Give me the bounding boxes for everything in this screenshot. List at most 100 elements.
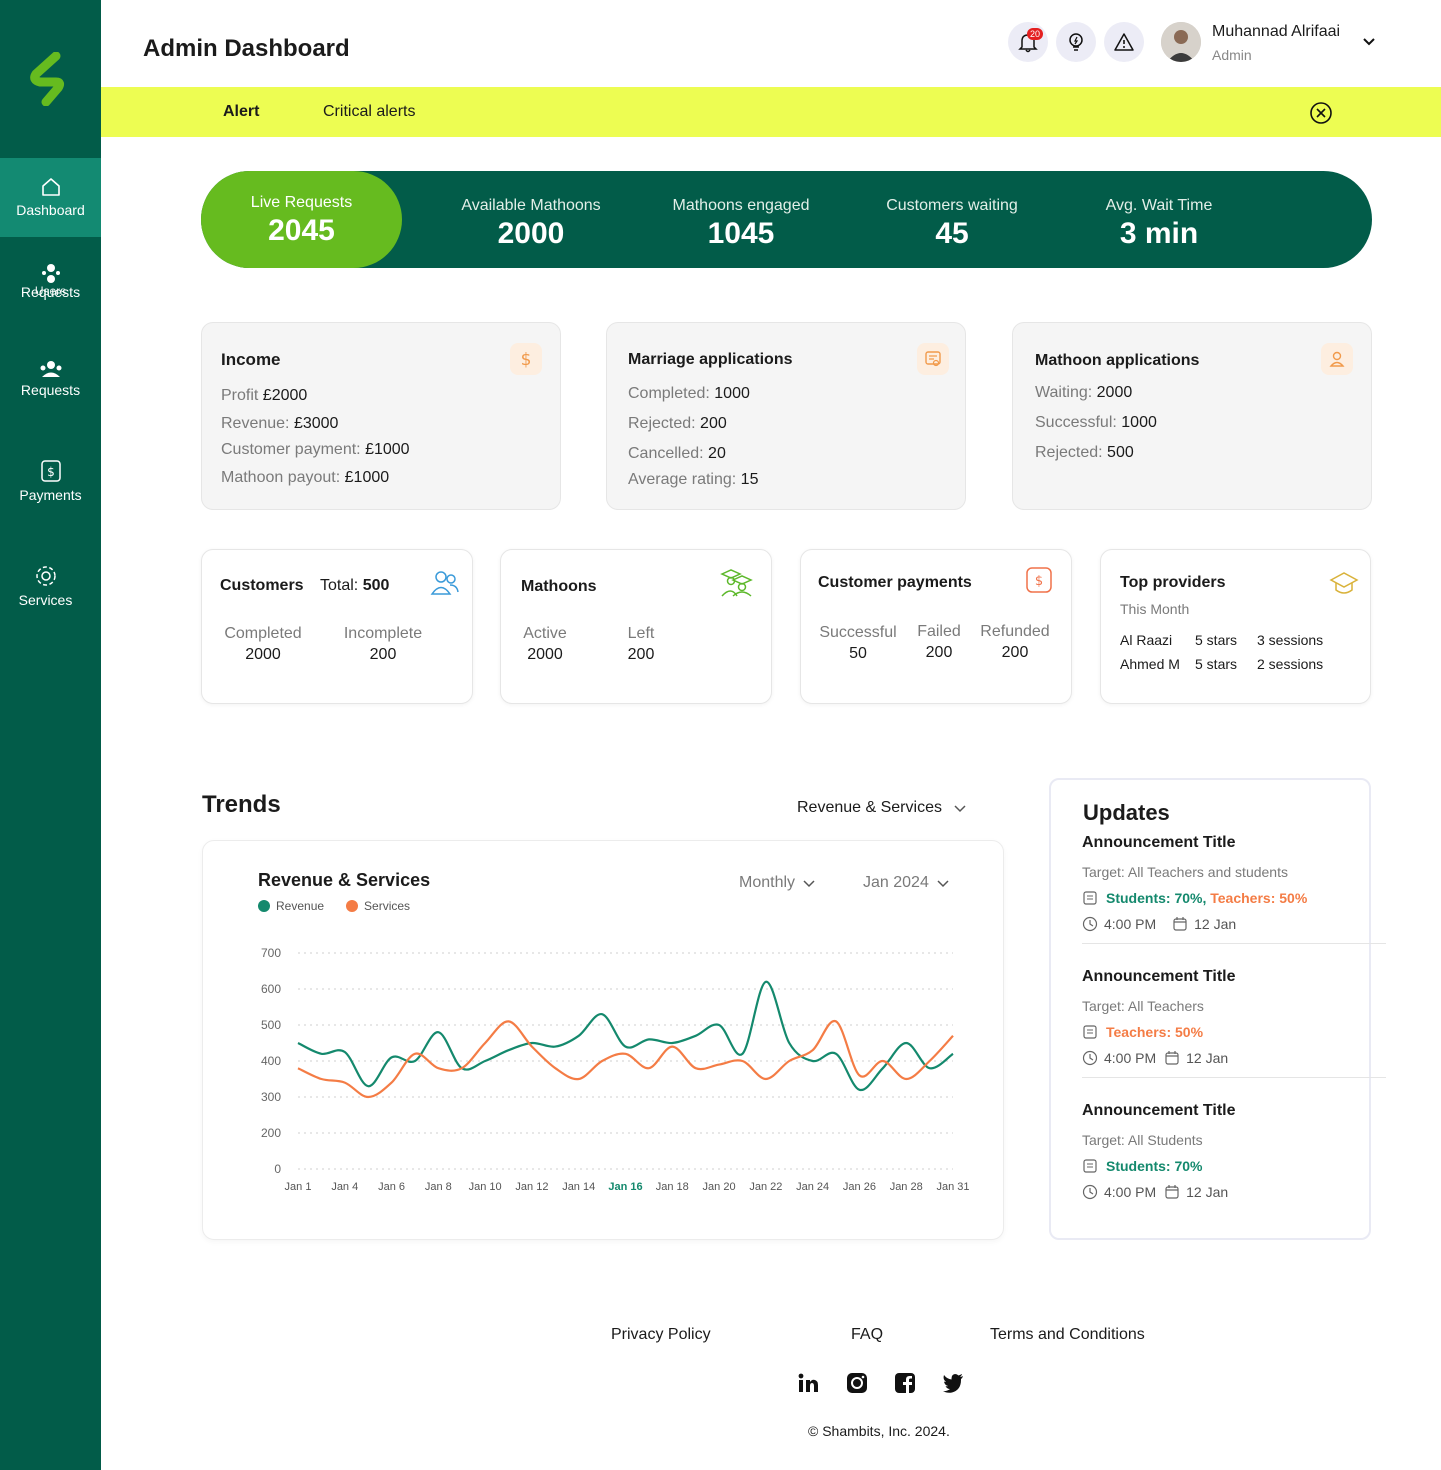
sidebar-item-requests-overlap[interactable]: Requests Users: [0, 284, 101, 304]
announcement-item[interactable]: Announcement Title Target: All Students …: [1082, 1102, 1386, 1200]
live-requests-pill[interactable]: Live Requests 2045: [201, 171, 402, 268]
provider-sessions: 2 sessions: [1257, 656, 1324, 672]
svg-text:$: $: [521, 350, 532, 369]
stat-value: 200: [627, 646, 655, 663]
stat-label: Avg. Wait Time: [1105, 197, 1213, 214]
income-row: Revenue: £3000: [221, 415, 338, 433]
stat-value: 2000: [527, 646, 563, 663]
announcement-time: 4:00 PM 12 Jan: [1082, 1050, 1386, 1066]
x-tick-label: Jan 31: [936, 1181, 969, 1193]
payment-icon: $: [1026, 567, 1052, 593]
user-icon: [1321, 343, 1353, 375]
customers-card: Customers Total: 500 Completed 2000 Inco…: [201, 549, 473, 704]
stat-value: 200: [369, 646, 397, 663]
announcement-item[interactable]: Announcement Title Target: All Teachers …: [1082, 834, 1386, 932]
ideas-button[interactable]: [1056, 22, 1096, 62]
stat-label: Available Mathoons: [461, 197, 601, 214]
stat-label: Failed: [917, 623, 961, 640]
stat-label: Live Requests: [250, 194, 353, 211]
trends-selector[interactable]: Revenue & Services: [797, 799, 968, 817]
app-logo[interactable]: [28, 51, 74, 111]
row-label: Completed:: [628, 385, 715, 402]
customer-payments-card: Customer payments $ Successful 50 Failed…: [800, 549, 1072, 704]
income-row: Customer payment: £1000: [221, 441, 410, 459]
announcement-item[interactable]: Announcement Title Target: All Teachers …: [1082, 968, 1386, 1066]
announcement-time: 4:00 PM 12 Jan: [1082, 1184, 1386, 1200]
sidebar-item-label: Users: [34, 284, 67, 298]
stat-label: Active: [523, 625, 567, 642]
row-value: £3000: [293, 415, 339, 432]
terms-link[interactable]: Terms and Conditions: [990, 1326, 1145, 1344]
live-stats-bar: Live Requests 2045 Available Mathoons 200…: [201, 171, 1372, 268]
sidebar-item-requests[interactable]: Requests: [0, 360, 101, 398]
x-tick-label: Jan 12: [515, 1181, 548, 1193]
y-tick-label: 300: [261, 1090, 281, 1104]
row-value: 1000: [714, 385, 750, 402]
row-label: Profit: [221, 387, 263, 404]
sidebar-item-label: Requests: [20, 382, 81, 398]
time-value: 4:00 PM: [1104, 1050, 1157, 1066]
avatar[interactable]: [1161, 22, 1201, 62]
card-title: Mathoon applications: [1035, 352, 1200, 369]
provider-stars: 5 stars: [1195, 632, 1238, 648]
stat-customers-waiting: Customers waiting 45: [871, 197, 1033, 251]
x-tick-label: Jan 28: [890, 1181, 923, 1193]
row-value: 20: [708, 445, 726, 462]
chevron-down-icon: [954, 805, 966, 812]
sidebar-item-label: Dashboard: [16, 202, 85, 218]
announcement-target: Target: All Teachers: [1082, 998, 1204, 1014]
announcement-target: Target: All Students: [1082, 1132, 1203, 1148]
date-value: 12 Jan: [1186, 1184, 1229, 1200]
faq-link[interactable]: FAQ: [851, 1326, 883, 1344]
teachers-percent: Teachers: 50%: [1206, 890, 1308, 906]
notifications-button[interactable]: 20: [1008, 22, 1048, 62]
announcement-title: Announcement Title: [1082, 968, 1236, 985]
x-tick-label: Jan 24: [796, 1181, 829, 1193]
card-title: Mathoons: [521, 578, 597, 595]
income-row: Profit £2000: [221, 387, 307, 405]
row-label: Rejected:: [628, 415, 701, 432]
certificate-icon: [917, 343, 949, 375]
requests-icon: [40, 361, 61, 377]
y-tick-label: 600: [261, 982, 281, 996]
marriage-row: Average rating: 15: [628, 471, 758, 489]
sidebar-item-payments[interactable]: $ Payments: [0, 459, 101, 503]
row-label: Waiting:: [1035, 384, 1097, 401]
mathoons-card: Mathoons Active 2000 Left 200: [500, 549, 772, 704]
card-title: Customers: [220, 577, 304, 594]
privacy-policy-link[interactable]: Privacy Policy: [611, 1326, 711, 1344]
close-alert-icon[interactable]: [1309, 101, 1333, 130]
announcement-target: Target: All Teachers and students: [1082, 864, 1288, 880]
stat-label: Refunded: [980, 623, 1050, 640]
y-tick-label: 500: [261, 1018, 281, 1032]
user-menu-chevron-down-icon[interactable]: [1361, 33, 1377, 54]
card-title: Income: [221, 350, 281, 369]
students-percent: Students: 70%,: [1106, 890, 1207, 906]
x-tick-label: Jan 14: [562, 1181, 595, 1193]
stat-value: 200: [925, 644, 953, 661]
warnings-button[interactable]: [1104, 22, 1144, 62]
twitter-icon[interactable]: [942, 1372, 964, 1394]
instagram-icon[interactable]: [846, 1372, 868, 1394]
stat-value: 50: [849, 645, 867, 662]
warning-icon: [1114, 33, 1134, 51]
x-tick-label: Jan 26: [843, 1181, 876, 1193]
mathoon-app-row: Waiting: 2000: [1035, 384, 1132, 402]
facebook-icon[interactable]: [894, 1372, 916, 1394]
provider-name: Ahmed M: [1120, 656, 1180, 672]
y-tick-label: 700: [261, 946, 281, 960]
sidebar-item-dashboard[interactable]: Dashboard: [0, 158, 101, 237]
sidebar-item-services[interactable]: Services: [0, 564, 96, 608]
graduates-icon: [720, 569, 753, 597]
stat-value: 3 min: [1119, 217, 1199, 250]
mathoon-applications-card: Mathoon applications Waiting: 2000 Succe…: [1012, 322, 1372, 510]
card-title: Top providers: [1120, 574, 1226, 591]
y-tick-label: 200: [261, 1126, 281, 1140]
announcement-time: 4:00 PM 12 Jan: [1082, 916, 1386, 932]
linkedin-icon[interactable]: [797, 1372, 819, 1394]
gear-icon: [35, 566, 56, 586]
page-title: Admin Dashboard: [143, 35, 350, 62]
users-icon: [430, 571, 459, 595]
stat-value: 200: [1001, 644, 1029, 661]
home-icon: [41, 178, 60, 196]
